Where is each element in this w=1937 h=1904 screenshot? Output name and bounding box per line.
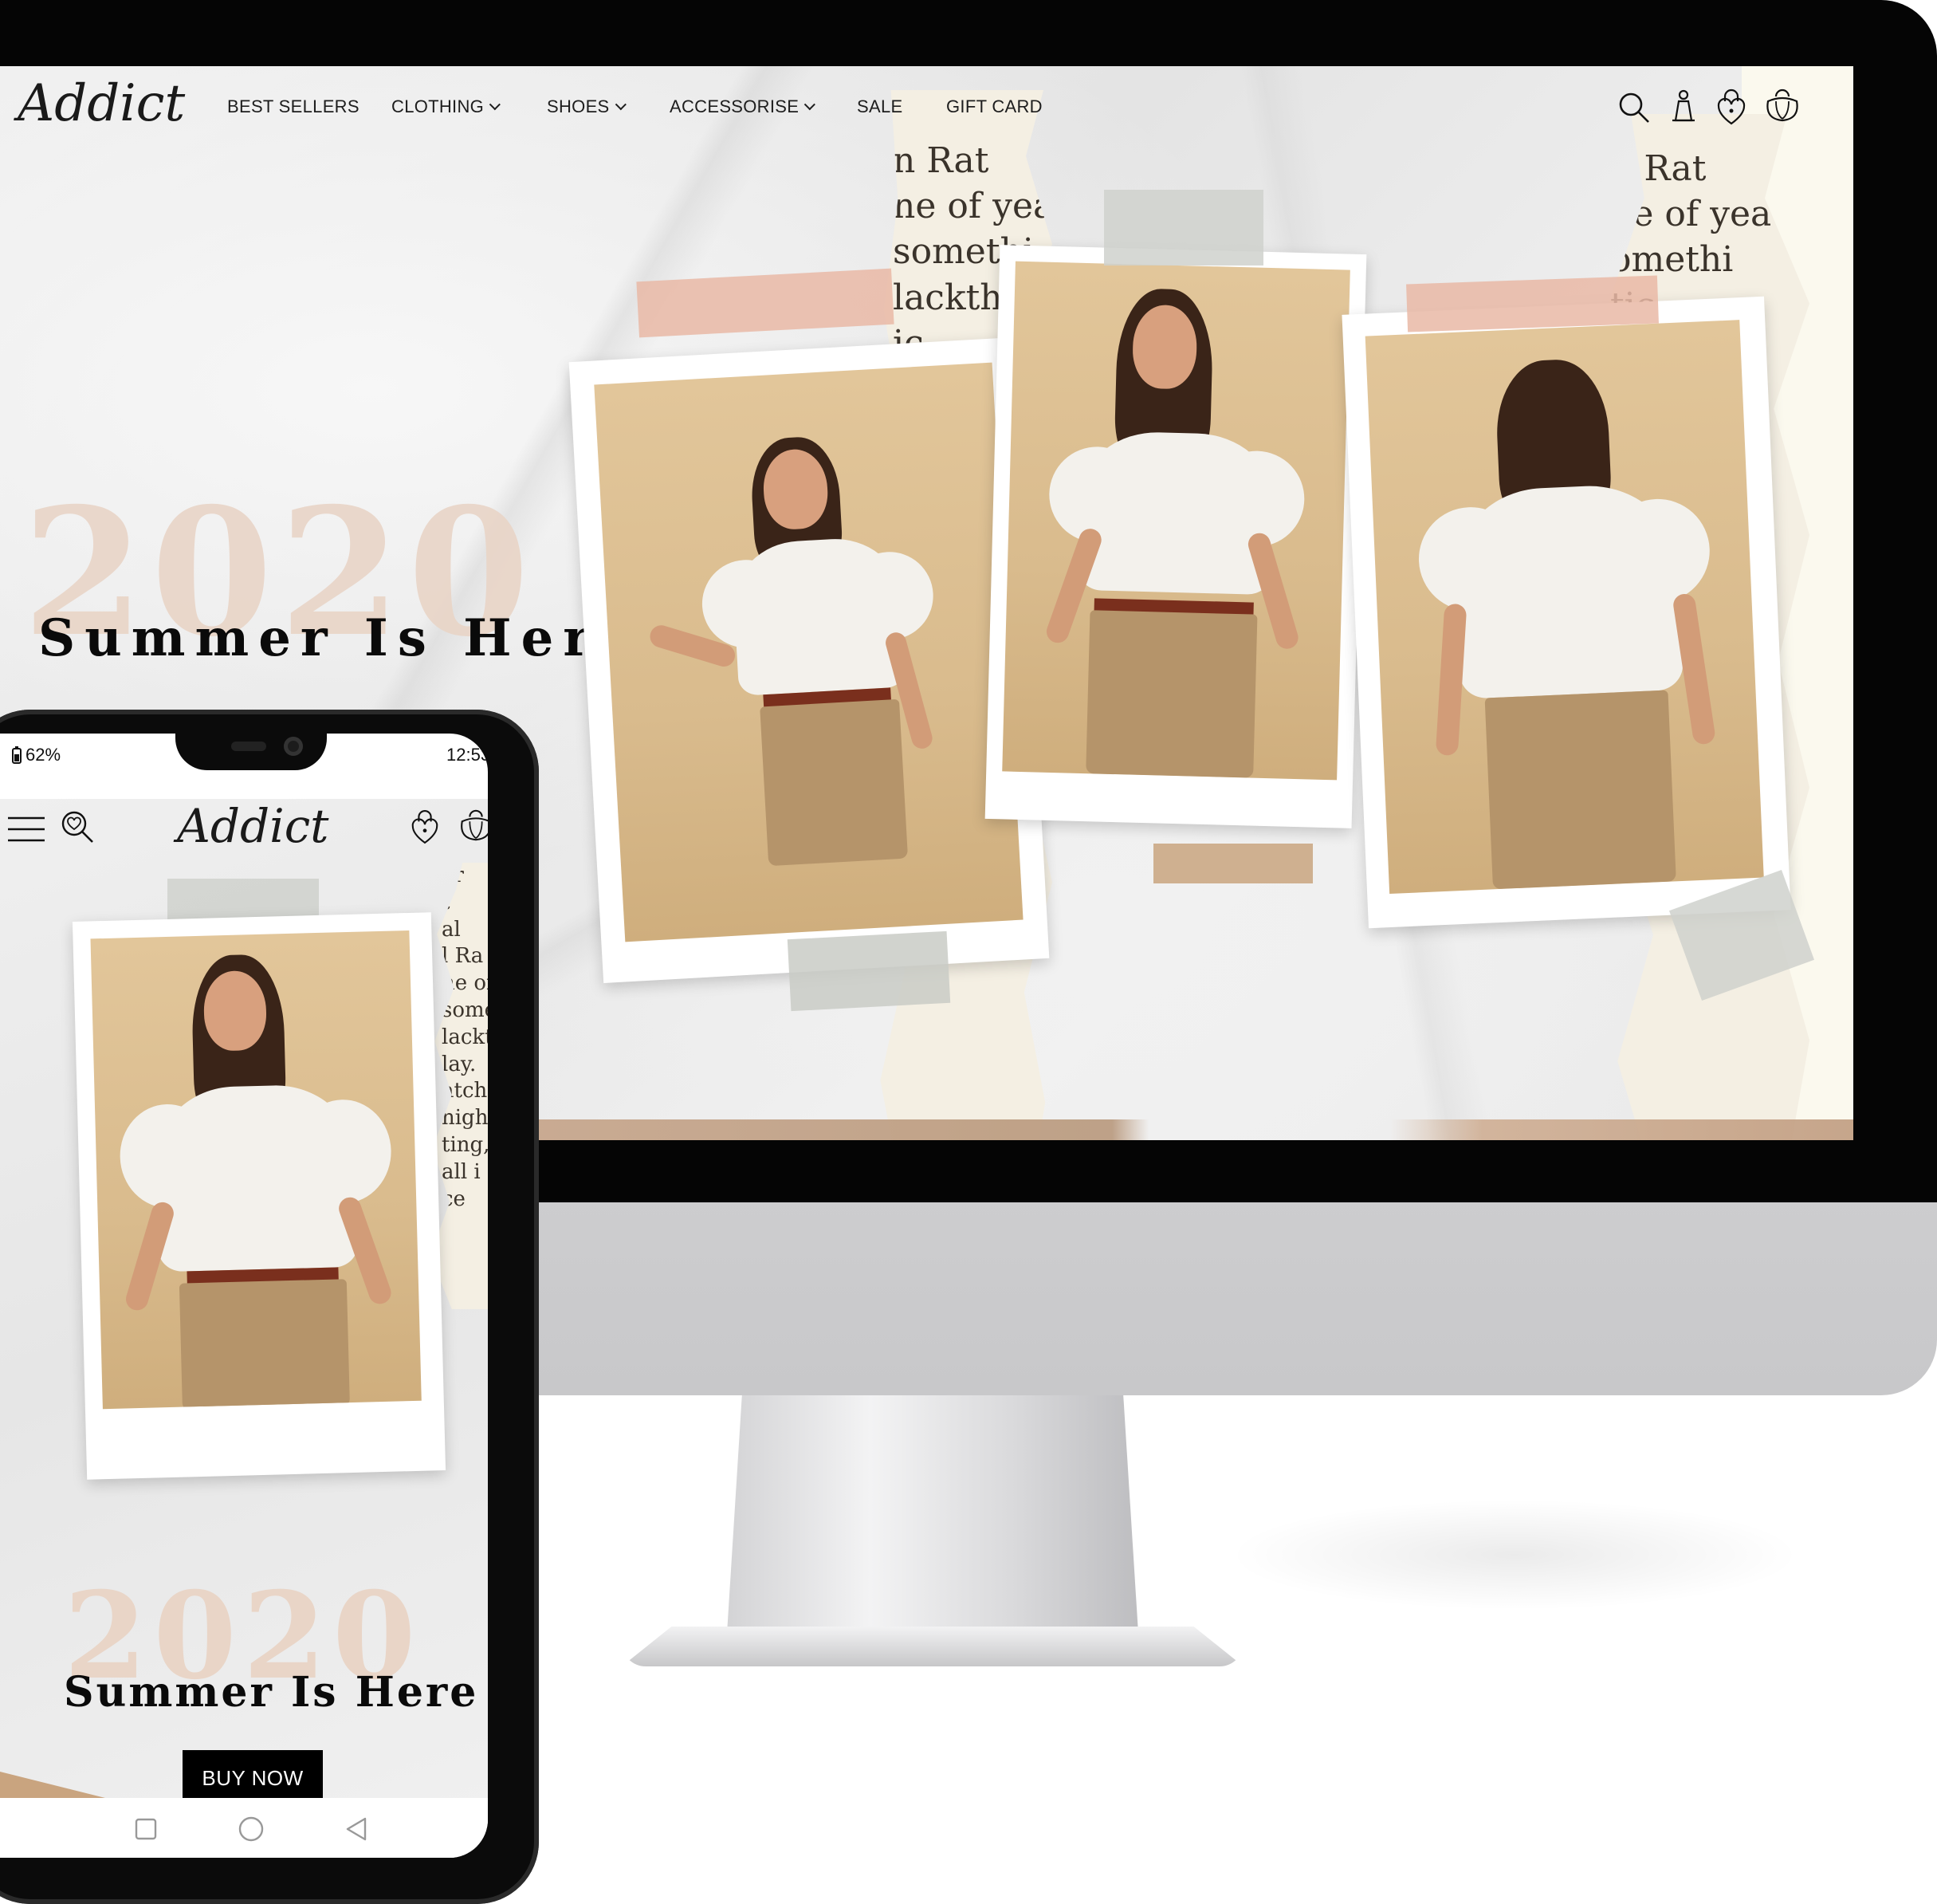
nav-item-label: BEST SELLERS [227,96,360,116]
clock: 12:53 [446,745,488,765]
model-photo-phone [90,930,422,1410]
nav-item-clothing[interactable]: CLOTHING [391,96,501,117]
phone-screen: 62% 12:53 ar tall Rane of yeasomethi lackt… [0,734,488,1858]
nav-item-label: GIFT CARD [946,96,1043,116]
search-icon[interactable] [1617,90,1652,125]
chevron-down-icon [489,99,501,111]
phone-page: ar tall Rane of yeasomethi lackth lay. atch … [0,799,488,1823]
nav-item-sale[interactable]: SALE [857,96,902,117]
stand-shadow [1228,1499,1801,1611]
monitor-stand-neck [725,1395,1140,1658]
phone-polaroid-photo [72,912,446,1480]
tape-pink-2 [1406,275,1659,332]
newspaper-line: ne of yea [442,971,488,996]
polaroid-photo-1 [568,336,1050,984]
site-header: Addict BEST SELLERS CLOTHING SHOES ACCESSOR… [0,66,1853,138]
newspaper-line: ce [442,1186,466,1211]
account-icon[interactable] [1668,89,1699,124]
phone-notch [175,732,327,770]
cart-purse-icon[interactable] [458,807,488,844]
newspaper-line: all i [442,1159,481,1184]
newspaper-line: ar [442,863,464,887]
chevron-down-icon [615,99,627,111]
nav-item-shoes[interactable]: SHOES [547,96,627,117]
nav-item-label: SALE [857,96,903,116]
newspaper-line: somethi [442,997,488,1022]
menu-icon[interactable] [6,813,46,845]
polaroid-photo-3 [1342,296,1791,929]
chevron-down-icon [803,99,816,111]
newspaper-line: ne of yea [893,186,1052,227]
tape-grey-2 [1104,190,1263,266]
tape-kraft-1 [1153,844,1313,883]
nav-item-label: CLOTHING [391,96,485,116]
newspaper-line: lackth [442,1025,488,1049]
nav-item-label: SHOES [547,96,610,116]
newspaper-line: ting, [442,1132,488,1157]
battery-icon [12,746,22,764]
phone-hero-headline: Summer Is Here [64,1668,479,1717]
newspaper-line: night [442,1106,488,1131]
newspaper-line: t [442,890,450,915]
wishlist-lock-heart-icon[interactable] [410,808,440,845]
model-photo-front-pose [1002,261,1350,781]
cart-purse-icon[interactable] [1763,87,1801,124]
hero-headline: Summer Is Here [38,608,642,668]
nav-item-label: ACCESSORISE [670,96,800,116]
wishlist-lock-heart-icon[interactable] [1715,89,1747,125]
newspaper-line: atch ti [442,1079,488,1103]
polaroid-photo-2 [984,245,1367,828]
phone-logo[interactable]: Addict [177,799,328,853]
recent-apps-icon[interactable] [134,1817,158,1841]
phone-camera [284,737,303,756]
tape-grey-1 [787,930,951,1012]
battery-status: 62% [11,745,61,765]
site-logo[interactable]: Addict [18,74,185,133]
model-photo-front-smile [594,362,1024,942]
android-nav-bar [0,1798,488,1858]
newspaper-line: l Ra [442,944,484,969]
model-photo-back-view [1365,320,1764,895]
phone-speaker [231,742,266,751]
nav-item-gift-card[interactable]: GIFT CARD [946,96,1043,117]
nav-item-accessorise[interactable]: ACCESSORISE [670,96,816,117]
nav-item-best-sellers[interactable]: BEST SELLERS [227,96,360,117]
back-icon[interactable] [344,1815,368,1843]
newspaper-line: n Rat [893,140,989,181]
battery-percent: 62% [26,745,61,765]
search-heart-icon[interactable] [59,808,96,845]
newspaper-line: al [442,917,461,942]
monitor-stand-base [622,1627,1244,1666]
newspaper-line: lay. [442,1052,477,1076]
tape-pink-1 [636,268,894,338]
home-icon[interactable] [238,1815,265,1843]
